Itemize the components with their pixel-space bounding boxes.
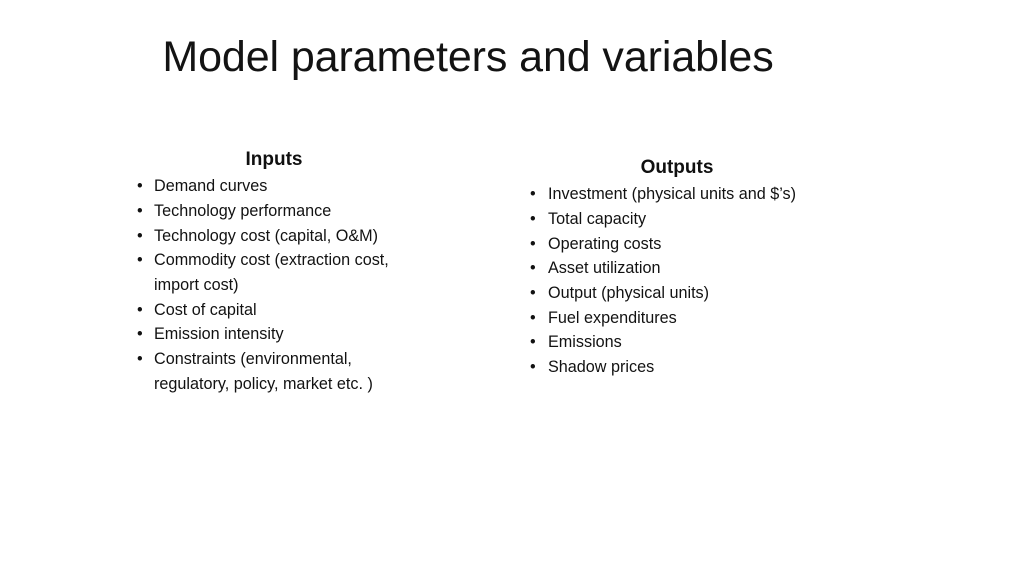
inputs-column: Inputs • Demand curves • Technology perform… bbox=[120, 148, 430, 397]
bullet-point-icon: • bbox=[137, 300, 143, 319]
list-item-label: Fuel expenditures bbox=[548, 308, 677, 327]
bullet-point-icon: • bbox=[137, 226, 143, 245]
presentation-slide: Model parameters and variables Inputs • D… bbox=[0, 0, 1024, 576]
bullet-point-icon: • bbox=[530, 234, 536, 253]
list-item-label: Total capacity bbox=[548, 209, 647, 228]
list-item-label: Demand curves bbox=[154, 177, 268, 196]
list-item: • Commodity cost (extraction cost, import… bbox=[120, 248, 430, 297]
list-item-label: Asset utilization bbox=[548, 259, 661, 278]
bullet-point-icon: • bbox=[530, 185, 536, 204]
bullet-point-icon: • bbox=[137, 350, 143, 369]
list-item: • Technology performance bbox=[120, 199, 430, 224]
bullet-point-icon: • bbox=[530, 358, 536, 377]
list-item-label: Commodity cost (extraction cost, import … bbox=[154, 251, 389, 294]
bullet-point-icon: • bbox=[530, 209, 536, 228]
list-item: • Emission intensity bbox=[120, 322, 430, 347]
list-item: • Cost of capital bbox=[120, 298, 430, 323]
list-item-label: Shadow prices bbox=[548, 358, 655, 377]
slide-title: Model parameters and variables bbox=[162, 33, 774, 81]
list-item: • Output (physical units) bbox=[512, 281, 842, 306]
list-item: • Demand curves bbox=[120, 174, 430, 199]
bullet-point-icon: • bbox=[137, 177, 143, 196]
list-item: • Asset utilization bbox=[512, 256, 842, 281]
list-item-label: Operating costs bbox=[548, 234, 662, 253]
list-item: • Shadow prices bbox=[512, 355, 842, 380]
bullet-point-icon: • bbox=[530, 259, 536, 278]
list-item-label: Output (physical units) bbox=[548, 283, 710, 302]
list-item-label: Technology cost (capital, O&M) bbox=[154, 226, 379, 245]
outputs-column: Outputs • Investment (physical units and … bbox=[512, 156, 842, 380]
bullet-point-icon: • bbox=[137, 201, 143, 220]
list-item: • Total capacity bbox=[512, 207, 842, 232]
inputs-heading: Inputs bbox=[245, 149, 303, 170]
list-item: • Emissions bbox=[512, 330, 842, 355]
inputs-bullet-list: • Demand curves • Technology performance • Te… bbox=[120, 174, 430, 396]
list-item-label: Investment (physical units and $’s) bbox=[548, 185, 797, 204]
bullet-point-icon: • bbox=[137, 325, 143, 344]
bullet-point-icon: • bbox=[530, 283, 536, 302]
list-item: • Fuel expenditures bbox=[512, 306, 842, 331]
list-item: • Operating costs bbox=[512, 232, 842, 257]
list-item: • Investment (physical units and $’s) bbox=[512, 182, 842, 207]
list-item-label: Technology performance bbox=[154, 201, 332, 220]
list-item: • Constraints (environmental, regulatory,… bbox=[120, 347, 430, 396]
list-item-label: Emissions bbox=[548, 333, 622, 352]
list-item-label: Constraints (environmental, regulatory, … bbox=[154, 350, 373, 393]
list-item-label: Emission intensity bbox=[154, 325, 284, 344]
outputs-heading: Outputs bbox=[640, 157, 714, 178]
list-item: • Technology cost (capital, O&M) bbox=[120, 224, 430, 249]
list-item-label: Cost of capital bbox=[154, 300, 257, 319]
bullet-point-icon: • bbox=[530, 308, 536, 327]
bullet-point-icon: • bbox=[137, 251, 143, 270]
bullet-point-icon: • bbox=[530, 333, 536, 352]
outputs-bullet-list: • Investment (physical units and $’s) • Tot… bbox=[512, 182, 842, 380]
